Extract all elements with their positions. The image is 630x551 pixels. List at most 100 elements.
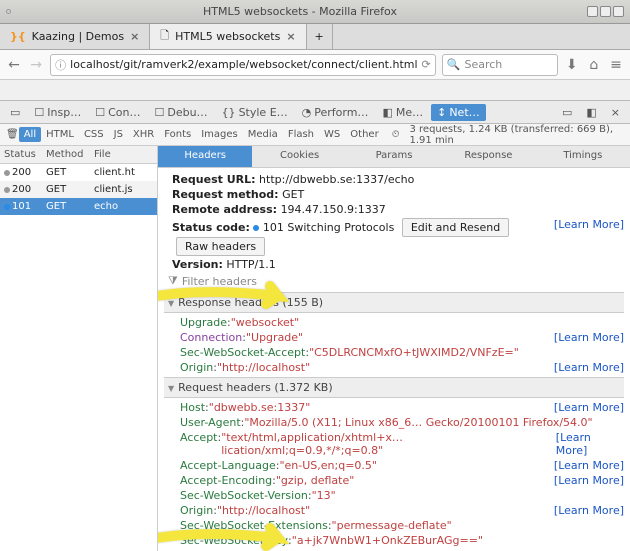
detail-tabs: Headers Cookies Params Response Timings — [158, 146, 630, 168]
browser-tabs: }{ Kaazing | Demos × 🗋 HTML5 websockets … — [0, 24, 630, 50]
browser-tab-websockets[interactable]: 🗋 HTML5 websockets × — [150, 24, 306, 49]
search-icon: 🔍 — [447, 58, 461, 71]
header-line: Accept: "text/html,application/xhtml+x…l… — [164, 430, 624, 458]
devtools-options[interactable]: ▭ — [556, 104, 578, 121]
dock-button[interactable]: ▭ — [4, 104, 26, 121]
filter-ws[interactable]: WS — [319, 127, 345, 142]
close-button[interactable] — [613, 6, 624, 17]
nav-bar: ← → ⓘ localhost/git/ramverk2/example/web… — [0, 50, 630, 80]
request-row[interactable]: 200GETclient.ht — [0, 164, 157, 181]
trash-icon[interactable]: 🗑 — [6, 129, 19, 140]
raw-headers-button[interactable]: Raw headers — [176, 237, 265, 256]
tool-style[interactable]: {} Style E… — [216, 104, 294, 121]
learn-more-link[interactable]: [Learn More] — [554, 218, 624, 231]
learn-more-link[interactable]: [Learn More] — [554, 504, 624, 517]
filter-other[interactable]: Other — [345, 127, 383, 142]
filter-css[interactable]: CSS — [79, 127, 109, 142]
url-text: localhost/git/ramverk2/example/websocket… — [70, 58, 417, 71]
request-headers-section[interactable]: Request headers (1.372 KB) — [164, 377, 624, 398]
filter-xhr[interactable]: XHR — [128, 127, 159, 142]
reload-icon[interactable]: ⟳ — [422, 58, 431, 71]
tool-network[interactable]: ↕ Net… — [431, 104, 486, 121]
menu-button[interactable]: ≡ — [608, 54, 624, 76]
maximize-button[interactable] — [600, 6, 611, 17]
tool-inspector[interactable]: ☐ Insp… — [28, 104, 87, 121]
header-line: Origin: "http://localhost"[Learn More] — [164, 503, 624, 518]
response-headers-section[interactable]: Response headers (155 B) — [164, 292, 624, 313]
close-icon[interactable]: × — [286, 30, 295, 43]
url-bar[interactable]: ⓘ localhost/git/ramverk2/example/websock… — [50, 54, 436, 76]
headers-panel: Request URL: http://dbwebb.se:1337/echo … — [158, 168, 630, 551]
funnel-icon: ⧩ — [168, 274, 178, 288]
header-line: Host: "dbwebb.se:1337"[Learn More] — [164, 400, 624, 415]
request-row[interactable]: 101GETecho — [0, 198, 157, 215]
forward-button[interactable]: → — [28, 54, 44, 76]
col-status[interactable]: Status — [0, 146, 42, 163]
devtools-dock-side[interactable]: ◧ — [580, 104, 602, 121]
status-dot-icon — [253, 225, 259, 231]
learn-more-link[interactable]: [Learn More] — [554, 401, 624, 414]
request-table-header: Status Method File — [0, 146, 157, 164]
col-file[interactable]: File — [90, 146, 156, 163]
search-bar[interactable]: 🔍 Search — [442, 54, 558, 76]
tab-response[interactable]: Response — [441, 146, 535, 167]
tab-label: HTML5 websockets — [175, 30, 280, 43]
edit-resend-button[interactable]: Edit and Resend — [402, 218, 509, 237]
kaazing-icon: }{ — [10, 30, 26, 43]
filter-all[interactable]: All — [19, 127, 41, 142]
filter-html[interactable]: HTML — [41, 127, 79, 142]
page-icon: 🗋 — [160, 27, 169, 46]
header-line: Upgrade: "websocket" — [164, 315, 624, 330]
filter-fonts[interactable]: Fonts — [159, 127, 196, 142]
header-line: Connection: "Upgrade"[Learn More] — [164, 330, 624, 345]
header-line: User-Agent: "Mozilla/5.0 (X11; Linux x86… — [164, 415, 624, 430]
filter-media[interactable]: Media — [243, 127, 283, 142]
network-filter-bar: 🗑 All HTML CSS JS XHR Fonts Images Media… — [0, 124, 630, 146]
home-button[interactable]: ⌂ — [586, 54, 602, 76]
filter-headers-input[interactable]: ⧩Filter headers — [164, 272, 624, 290]
close-icon[interactable]: × — [130, 30, 139, 43]
request-table: Status Method File 200GETclient.ht200GET… — [0, 146, 158, 551]
devtools-close[interactable]: × — [605, 104, 626, 121]
header-line: Sec-WebSocket-Version: "13" — [164, 488, 624, 503]
tab-params[interactable]: Params — [347, 146, 441, 167]
learn-more-link[interactable]: [Learn More] — [556, 431, 624, 457]
devtools-body: Status Method File 200GETclient.ht200GET… — [0, 146, 630, 551]
request-details: Headers Cookies Params Response Timings … — [158, 146, 630, 551]
tab-label: Kaazing | Demos — [32, 30, 124, 43]
learn-more-link[interactable]: [Learn More] — [554, 331, 624, 344]
header-line: Sec-WebSocket-Accept: "C5DLRCNCMxfO+tJWX… — [164, 345, 624, 360]
header-line: Accept-Language: "en-US,en;q=0.5"[Learn … — [164, 458, 624, 473]
devtools-toolbar: ▭ ☐ Insp… ☐ Con… ☐ Debu… {} Style E… ◔ P… — [0, 100, 630, 124]
filter-js[interactable]: JS — [109, 127, 128, 142]
new-tab-button[interactable]: + — [307, 24, 333, 49]
browser-tab-kaazing[interactable]: }{ Kaazing | Demos × — [0, 24, 150, 49]
window-titlebar: HTML5 websockets - Mozilla Firefox — [0, 0, 630, 24]
tool-memory[interactable]: ◧ Me… — [376, 104, 429, 121]
tool-console[interactable]: ☐ Con… — [89, 104, 146, 121]
tool-debugger[interactable]: ☐ Debu… — [148, 104, 213, 121]
header-line: Origin: "http://localhost"[Learn More] — [164, 360, 624, 375]
info-icon[interactable]: ⓘ — [55, 57, 66, 73]
app-icon — [6, 9, 11, 14]
downloads-button[interactable]: ⬇ — [564, 54, 580, 76]
search-placeholder: Search — [464, 58, 502, 71]
network-summary: 3 requests, 1.24 KB (transferred: 669 B)… — [405, 122, 625, 148]
filter-icon[interactable]: ⏲ — [384, 127, 405, 142]
header-line: Accept-Encoding: "gzip, deflate"[Learn M… — [164, 473, 624, 488]
header-line: Sec-WebSocket-Key: "a+jk7WnbW1+OnkZEBurA… — [164, 533, 624, 548]
learn-more-link[interactable]: [Learn More] — [554, 474, 624, 487]
tab-timings[interactable]: Timings — [536, 146, 630, 167]
filter-flash[interactable]: Flash — [283, 127, 319, 142]
learn-more-link[interactable]: [Learn More] — [554, 361, 624, 374]
minimize-button[interactable] — [587, 6, 598, 17]
window-title: HTML5 websockets - Mozilla Firefox — [15, 5, 585, 18]
tab-cookies[interactable]: Cookies — [252, 146, 346, 167]
learn-more-link[interactable]: [Learn More] — [554, 459, 624, 472]
col-method[interactable]: Method — [42, 146, 90, 163]
tab-headers[interactable]: Headers — [158, 146, 252, 167]
filter-images[interactable]: Images — [196, 127, 243, 142]
back-button[interactable]: ← — [6, 54, 22, 76]
request-row[interactable]: 200GETclient.js — [0, 181, 157, 198]
tool-performance[interactable]: ◔ Perform… — [296, 104, 375, 121]
